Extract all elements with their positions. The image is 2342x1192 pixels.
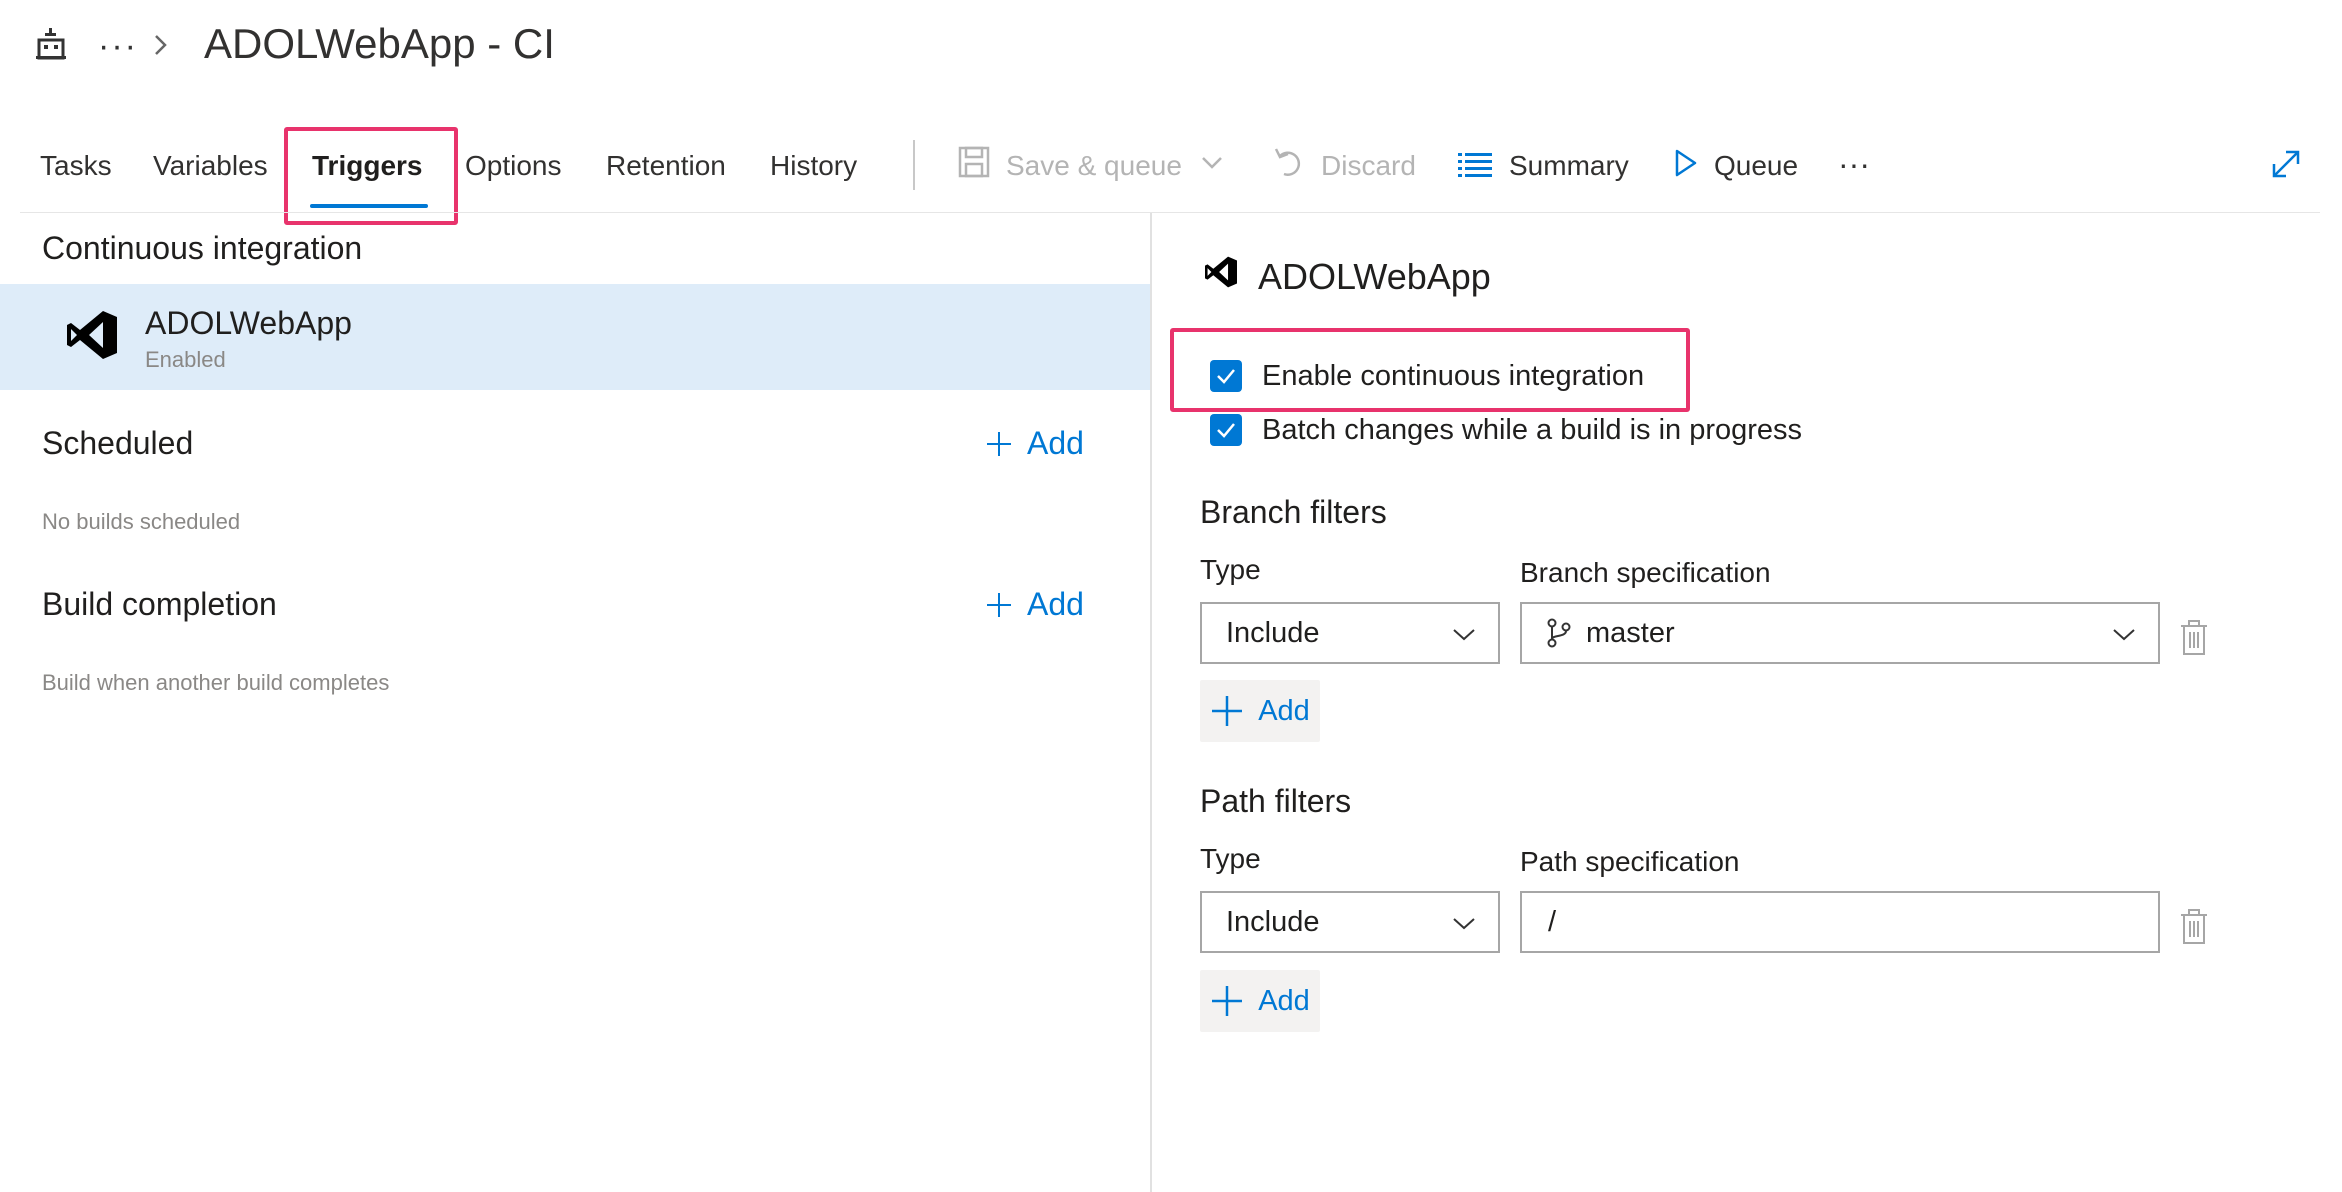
branch-filters-heading: Branch filters [1200, 494, 1387, 530]
tab-tasks[interactable]: Tasks [40, 150, 112, 182]
play-icon [1674, 148, 1698, 183]
batch-changes-checkbox[interactable] [1210, 414, 1242, 446]
build-completion-heading: Build completion [42, 586, 277, 622]
plus-icon [987, 431, 1011, 456]
plus-icon [987, 592, 1011, 617]
triggers-tab-highlight [284, 127, 458, 225]
path-type-label: Type [1200, 843, 1261, 874]
delete-path-filter-button[interactable] [2180, 909, 2208, 950]
enable-ci-checkbox[interactable] [1210, 360, 1242, 392]
undo-icon [1274, 146, 1304, 185]
tab-retention[interactable]: Retention [606, 150, 726, 182]
save-queue-button[interactable]: Save & queue [1006, 150, 1182, 182]
header-divider [20, 212, 2320, 213]
chevron-down-icon [2113, 629, 2135, 641]
path-type-value: Include [1226, 905, 1320, 938]
build-pipeline-icon[interactable] [36, 28, 66, 60]
expand-icon[interactable] [2270, 148, 2302, 185]
summary-button[interactable]: Summary [1509, 150, 1629, 182]
enable-ci-label[interactable]: Enable continuous integration [1262, 360, 1644, 393]
add-build-completion-label: Add [1027, 586, 1084, 622]
trash-icon [2181, 620, 2207, 655]
plus-icon [1212, 696, 1243, 726]
add-branch-filter-label: Add [1258, 694, 1310, 727]
queue-button[interactable]: Queue [1714, 150, 1798, 182]
discard-button[interactable]: Discard [1321, 150, 1416, 182]
build-completion-desc: Build when another build completes [42, 670, 390, 695]
ci-item-name: ADOLWebApp [145, 305, 352, 341]
chevron-down-icon[interactable] [1200, 150, 1224, 179]
add-schedule-button[interactable]: Add [985, 425, 1084, 462]
trigger-detail-title: ADOLWebApp [1258, 256, 1491, 297]
branch-spec-label: Branch specification [1520, 557, 1771, 588]
toolbar-divider [913, 140, 915, 190]
batch-changes-label[interactable]: Batch changes while a build is in progre… [1262, 414, 1802, 447]
ci-item-status: Enabled [145, 347, 226, 372]
add-schedule-label: Add [1027, 425, 1084, 461]
path-spec-input[interactable]: / [1520, 891, 2160, 953]
tab-variables[interactable]: Variables [153, 150, 268, 182]
branch-type-label: Type [1200, 554, 1261, 585]
chevron-right-icon [150, 30, 172, 60]
save-icon [958, 146, 990, 183]
branch-icon [1547, 618, 1571, 648]
branch-type-select[interactable]: Include [1200, 602, 1500, 664]
branch-spec-select[interactable]: master [1520, 602, 2160, 664]
path-spec-label: Path specification [1520, 846, 1740, 877]
panel-divider[interactable] [1150, 213, 1152, 1192]
path-spec-value: / [1548, 905, 1557, 938]
tab-options[interactable]: Options [465, 150, 562, 182]
visual-studio-icon [66, 310, 118, 365]
path-filters-heading: Path filters [1200, 783, 1352, 819]
plus-icon [1212, 986, 1243, 1016]
checkmark-icon [1217, 369, 1235, 384]
branch-spec-value: master [1586, 616, 1675, 649]
visual-studio-icon [1204, 256, 1238, 293]
add-build-completion-button[interactable]: Add [985, 586, 1084, 623]
breadcrumb-overflow-button[interactable]: ··· [98, 27, 138, 66]
branch-type-value: Include [1226, 616, 1320, 649]
trash-icon [2181, 909, 2207, 944]
chevron-down-icon [1453, 629, 1475, 641]
tab-history[interactable]: History [770, 150, 857, 182]
checkmark-icon [1217, 423, 1235, 438]
scheduled-heading: Scheduled [42, 425, 194, 461]
list-icon [1458, 152, 1492, 183]
delete-branch-filter-button[interactable] [2180, 620, 2208, 661]
scheduled-empty-text: No builds scheduled [42, 509, 241, 534]
more-actions-button[interactable]: ··· [1838, 146, 1870, 183]
ci-section-heading: Continuous integration [42, 230, 363, 266]
add-branch-filter-button[interactable]: Add [1200, 680, 1320, 742]
chevron-down-icon [1453, 918, 1475, 930]
add-path-filter-button[interactable]: Add [1200, 970, 1320, 1032]
page-title: ADOLWebApp - CI [204, 20, 555, 67]
add-path-filter-label: Add [1258, 984, 1310, 1017]
path-type-select[interactable]: Include [1200, 891, 1500, 953]
